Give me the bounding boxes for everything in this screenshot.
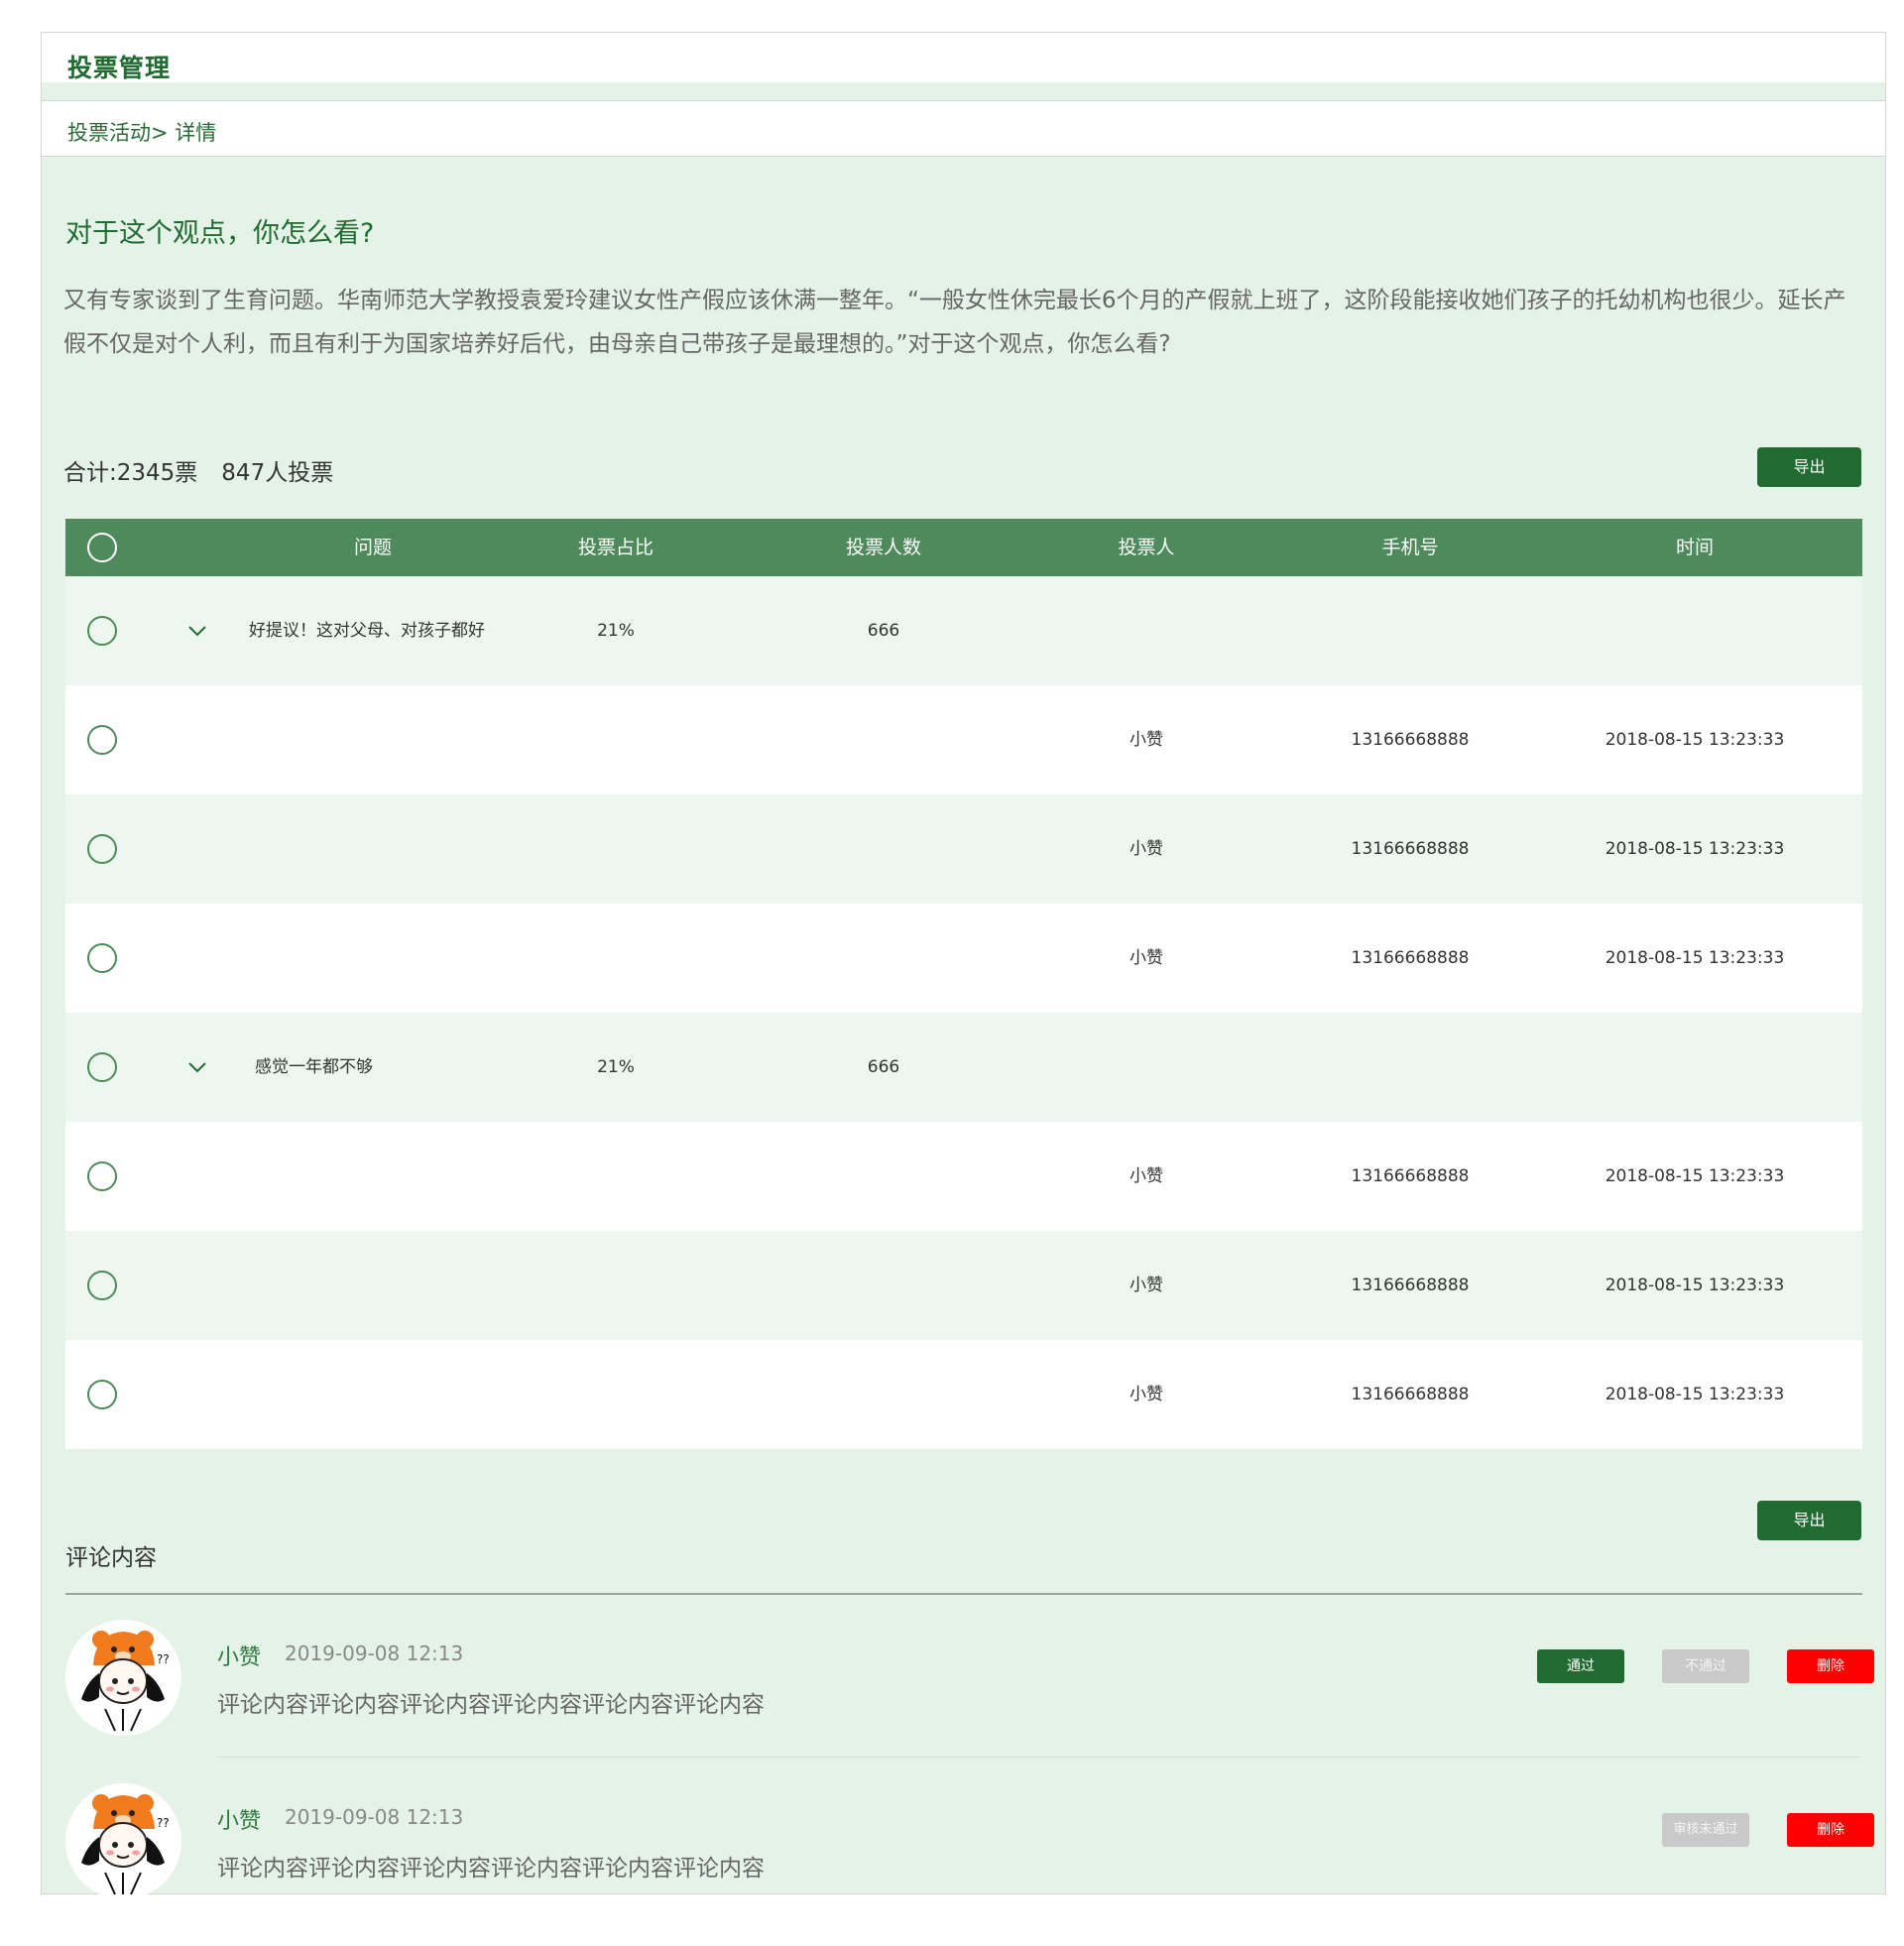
avatar: ?? bbox=[65, 1783, 181, 1899]
table-row[interactable]: 小赞 13166668888 2018-08-15 13:23:33 bbox=[65, 794, 1862, 904]
question-title: 对于这个观点，你怎么看? bbox=[65, 218, 375, 249]
delete-button[interactable]: 删除 bbox=[1787, 1649, 1874, 1683]
table-row[interactable]: 小赞 13166668888 2018-08-15 13:23:33 bbox=[65, 1122, 1862, 1231]
comment-time: 2019-09-08 12:13 bbox=[285, 1642, 464, 1665]
avatar: ?? bbox=[65, 1620, 181, 1736]
header-phone: 手机号 bbox=[1381, 537, 1439, 558]
row-count: 666 bbox=[867, 1057, 900, 1077]
table-row-group[interactable]: 感觉一年都不够 21% 666 bbox=[65, 1013, 1862, 1122]
review-failed-button[interactable]: 审核未通过 bbox=[1662, 1813, 1749, 1847]
avatar-illustration-icon: ?? bbox=[65, 1783, 180, 1898]
reject-button[interactable]: 不通过 bbox=[1662, 1649, 1749, 1683]
title-bar: 投票管理 bbox=[42, 33, 1885, 82]
chevron-down-icon[interactable] bbox=[188, 622, 206, 640]
row-voter: 小赞 bbox=[1130, 1166, 1163, 1186]
svg-text:??: ?? bbox=[157, 1816, 170, 1830]
comment-item: ?? 小赞 2019-09-08 12:13 评论内容评论内容评论内容评论内容评… bbox=[65, 1620, 1874, 1768]
row-time: 2018-08-15 13:23:33 bbox=[1605, 1385, 1785, 1404]
header-count: 投票人数 bbox=[845, 537, 921, 558]
row-voter: 小赞 bbox=[1130, 1276, 1163, 1295]
table-header: 问题 投票占比 投票人数 投票人 手机号 时间 bbox=[65, 519, 1862, 576]
row-time: 2018-08-15 13:23:33 bbox=[1605, 730, 1785, 750]
select-all-radio[interactable] bbox=[87, 533, 117, 562]
export-comments-button[interactable]: 导出 bbox=[1757, 1501, 1861, 1540]
row-voter: 小赞 bbox=[1130, 1385, 1163, 1404]
row-time: 2018-08-15 13:23:33 bbox=[1605, 1166, 1785, 1186]
row-phone: 13166668888 bbox=[1351, 1276, 1470, 1295]
row-radio[interactable] bbox=[87, 1271, 117, 1300]
votes-table: 问题 投票占比 投票人数 投票人 手机号 时间 好提议！这对父母、对孩子都好 2… bbox=[65, 519, 1862, 1449]
header-voter: 投票人 bbox=[1118, 537, 1175, 558]
table-row[interactable]: 小赞 13166668888 2018-08-15 13:23:33 bbox=[65, 1340, 1862, 1449]
table-row-group[interactable]: 好提议！这对父母、对孩子都好 21% 666 bbox=[65, 576, 1862, 685]
row-time: 2018-08-15 13:23:33 bbox=[1605, 1276, 1785, 1295]
row-phone: 13166668888 bbox=[1351, 1385, 1470, 1404]
comment-time: 2019-09-08 12:13 bbox=[285, 1805, 464, 1829]
header-time: 时间 bbox=[1675, 537, 1714, 558]
table-row[interactable]: 小赞 13166668888 2018-08-15 13:23:33 bbox=[65, 1231, 1862, 1340]
row-radio[interactable] bbox=[87, 725, 117, 755]
total-votes: 合计:2345票 bbox=[63, 460, 198, 486]
row-phone: 13166668888 bbox=[1351, 839, 1470, 859]
question-description: 又有专家谈到了生育问题。华南师范大学教授袁爱玲建议女性产假应该休满一整年。“一般… bbox=[63, 288, 1846, 357]
row-radio[interactable] bbox=[87, 943, 117, 973]
comment-author: 小赞 bbox=[217, 1645, 262, 1670]
vote-totals: 合计:2345票 847人投票 bbox=[63, 453, 357, 487]
table-row[interactable]: 小赞 13166668888 2018-08-15 13:23:33 bbox=[65, 904, 1862, 1013]
row-radio[interactable] bbox=[87, 1380, 117, 1409]
row-voter: 小赞 bbox=[1130, 730, 1163, 750]
comment-text: 评论内容评论内容评论内容评论内容评论内容评论内容 bbox=[217, 1856, 765, 1882]
total-people: 847人投票 bbox=[221, 460, 334, 486]
comment-author: 小赞 bbox=[217, 1809, 262, 1834]
row-voter: 小赞 bbox=[1130, 839, 1163, 859]
row-phone: 13166668888 bbox=[1351, 730, 1470, 750]
svg-text:??: ?? bbox=[157, 1652, 170, 1666]
row-radio[interactable] bbox=[87, 616, 117, 646]
row-phone: 13166668888 bbox=[1351, 948, 1470, 968]
comment-item: ?? 小赞 2019-09-08 12:13 评论内容评论内容评论内容评论内容评… bbox=[65, 1783, 1874, 1932]
header-pct: 投票占比 bbox=[577, 537, 654, 558]
approve-button[interactable]: 通过 bbox=[1537, 1649, 1624, 1683]
export-votes-button[interactable]: 导出 bbox=[1757, 447, 1861, 487]
main-panel: 投票管理 投票活动> 详情 对于这个观点，你怎么看? 又有专家谈到了生育问题。华… bbox=[41, 32, 1886, 1899]
breadcrumb-bar: 投票活动> 详情 bbox=[42, 100, 1885, 157]
comment-divider bbox=[217, 1757, 1862, 1758]
header-question: 问题 bbox=[353, 537, 392, 558]
comments-divider bbox=[65, 1593, 1862, 1595]
page-title: 投票管理 bbox=[67, 54, 172, 82]
avatar-illustration-icon: ?? bbox=[65, 1620, 180, 1735]
comments-heading: 评论内容 bbox=[65, 1545, 157, 1571]
row-count: 666 bbox=[867, 621, 900, 641]
row-pct: 21% bbox=[597, 621, 635, 641]
row-time: 2018-08-15 13:23:33 bbox=[1605, 839, 1785, 859]
row-pct: 21% bbox=[597, 1057, 635, 1077]
title-strip bbox=[42, 82, 1885, 100]
row-radio[interactable] bbox=[87, 1052, 117, 1082]
row-voter: 小赞 bbox=[1130, 948, 1163, 968]
chevron-down-icon[interactable] bbox=[188, 1058, 206, 1076]
row-radio[interactable] bbox=[87, 1161, 117, 1191]
delete-button[interactable]: 删除 bbox=[1787, 1813, 1874, 1847]
row-time: 2018-08-15 13:23:33 bbox=[1605, 948, 1785, 968]
table-row[interactable]: 小赞 13166668888 2018-08-15 13:23:33 bbox=[65, 685, 1862, 794]
comment-text: 评论内容评论内容评论内容评论内容评论内容评论内容 bbox=[217, 1692, 765, 1718]
row-radio[interactable] bbox=[87, 834, 117, 864]
row-phone: 13166668888 bbox=[1351, 1166, 1470, 1186]
breadcrumb[interactable]: 投票活动> 详情 bbox=[67, 117, 216, 147]
